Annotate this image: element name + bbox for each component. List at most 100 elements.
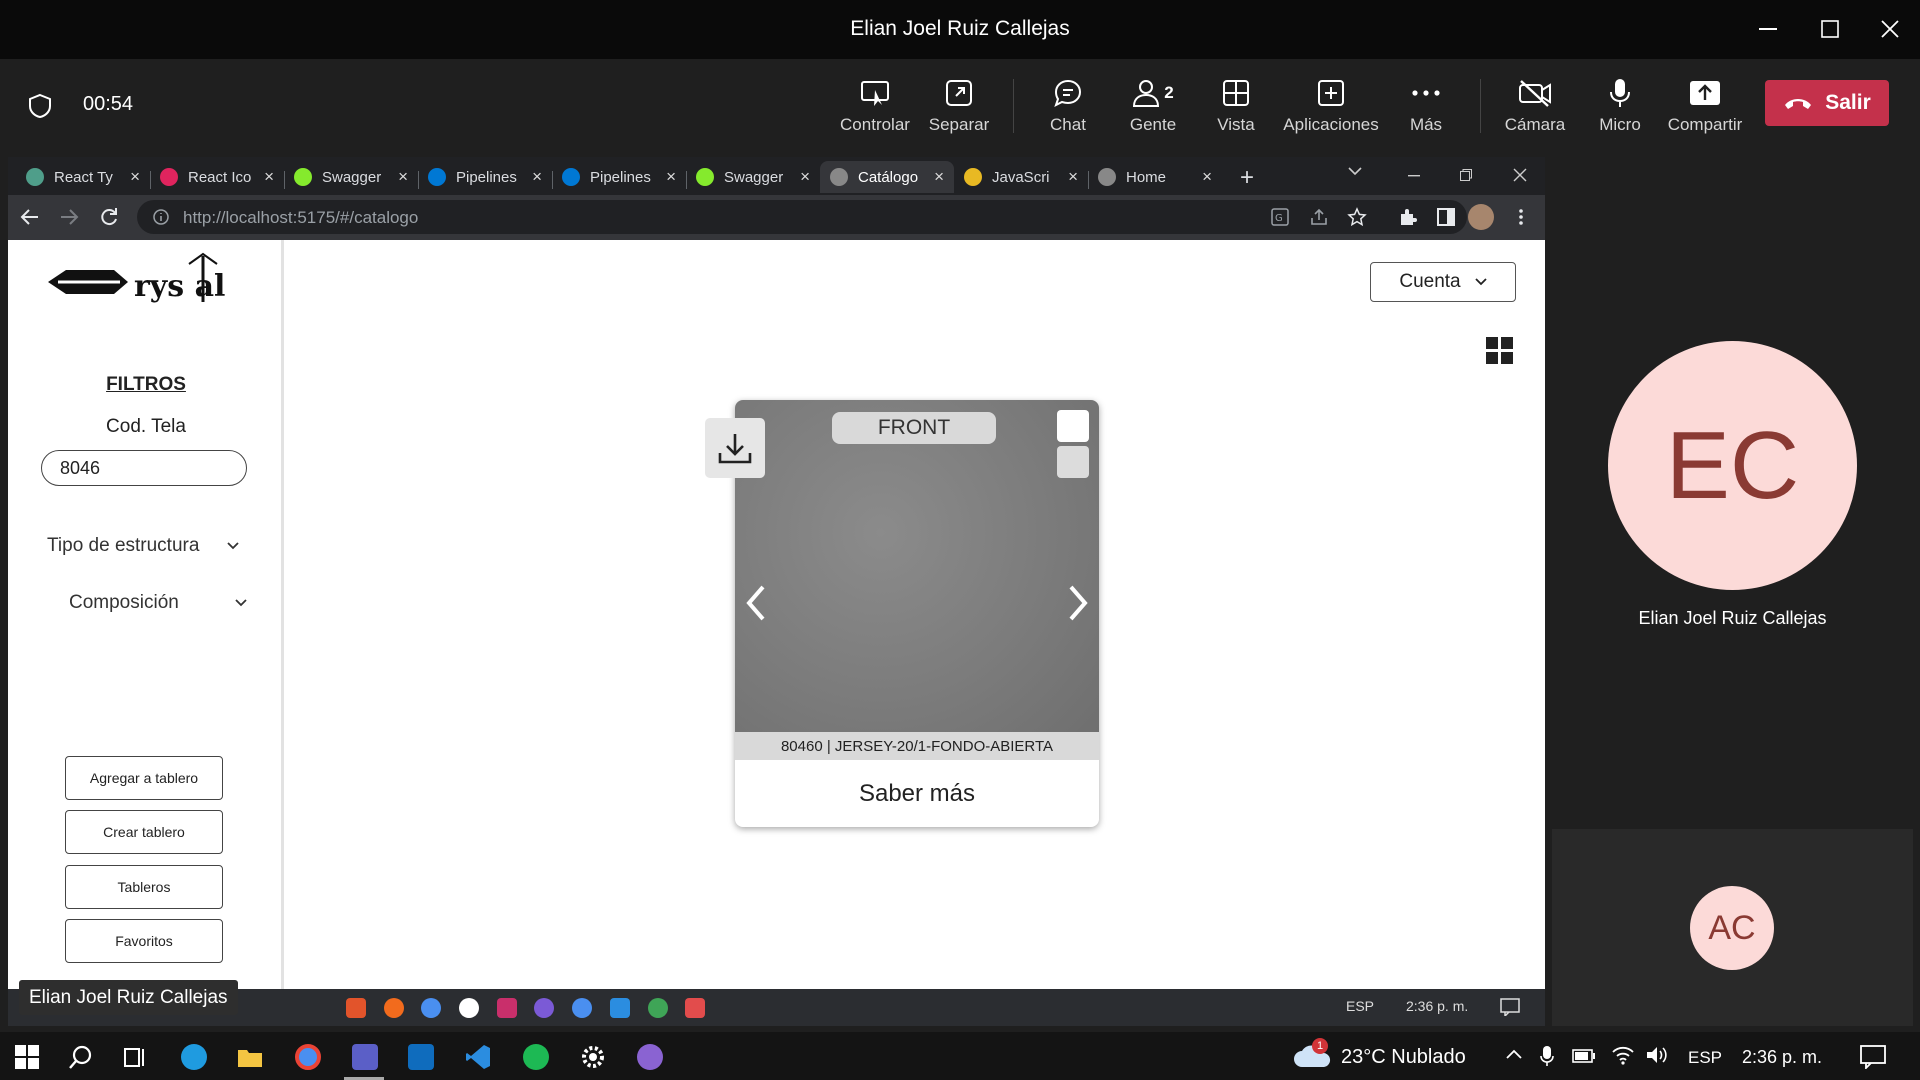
tab-search-icon[interactable]: [1348, 166, 1362, 176]
teams-icon[interactable]: [352, 1044, 378, 1070]
browser-tab[interactable]: Swagger ×: [686, 161, 820, 193]
tab-close-icon[interactable]: ×: [934, 167, 944, 187]
forward-icon[interactable]: [59, 208, 79, 226]
tab-close-icon[interactable]: ×: [800, 167, 810, 187]
mic-button[interactable]: Micro: [1575, 73, 1665, 143]
notification-icon: [1500, 998, 1520, 1016]
task-view-icon[interactable]: [122, 1044, 148, 1070]
share-page-icon[interactable]: [1310, 208, 1328, 226]
language-indicator[interactable]: ESP: [1688, 1048, 1722, 1068]
profile-avatar[interactable]: [1468, 204, 1494, 230]
next-arrow-icon[interactable]: [1063, 583, 1093, 623]
tab-close-icon[interactable]: ×: [666, 167, 676, 187]
side-panel-icon[interactable]: [1437, 208, 1455, 226]
extensions-icon[interactable]: [1398, 207, 1418, 227]
add-to-board-button[interactable]: Agregar a tablero: [65, 756, 223, 800]
create-board-button[interactable]: Crear tablero: [65, 810, 223, 854]
view-button[interactable]: Vista: [1191, 73, 1281, 143]
structure-type-dropdown[interactable]: Tipo de estructura: [47, 532, 240, 560]
browser-tab[interactable]: React Ty ×: [16, 161, 150, 193]
tab-label: React Ico: [188, 168, 252, 186]
tab-close-icon[interactable]: ×: [1202, 167, 1212, 187]
tab-label: Swagger: [724, 168, 784, 186]
account-dropdown[interactable]: Cuenta: [1370, 262, 1516, 302]
postman-icon: [384, 998, 404, 1018]
outlook-icon[interactable]: [408, 1044, 434, 1070]
windows-start-icon[interactable]: [14, 1044, 40, 1070]
learn-more-button[interactable]: Saber más: [735, 760, 1099, 827]
people-button[interactable]: 2 Gente: [1108, 73, 1198, 143]
vscode-icon[interactable]: [465, 1044, 491, 1070]
reload-icon[interactable]: [99, 207, 119, 227]
cod-tela-label: Cod. Tela: [106, 416, 186, 437]
close-icon[interactable]: [1872, 12, 1908, 46]
shared-browser-window: React Ty × React Ico × Swagger × Pipelines × Pip…: [8, 157, 1545, 989]
tab-close-icon[interactable]: ×: [532, 167, 542, 187]
url-text: http://localhost:5175/#/catalogo: [183, 208, 419, 227]
presenter-name-tag: Elian Joel Ruiz Callejas: [19, 980, 238, 1015]
apps-button[interactable]: Aplicaciones: [1283, 73, 1379, 143]
chevron-up-icon[interactable]: [1506, 1049, 1522, 1059]
browser-close-icon[interactable]: [1513, 168, 1527, 182]
cod-tela-input[interactable]: [41, 450, 247, 486]
select-checkbox[interactable]: [1057, 410, 1089, 442]
tab-close-icon[interactable]: ×: [264, 167, 274, 187]
browser-minimize-icon[interactable]: [1408, 175, 1420, 177]
github-desktop-icon[interactable]: [637, 1044, 663, 1070]
spotify-icon[interactable]: [523, 1044, 549, 1070]
prev-arrow-icon[interactable]: [741, 583, 771, 623]
more-button[interactable]: Más: [1381, 73, 1471, 143]
teams-title-bar: Elian Joel Ruiz Callejas: [0, 0, 1920, 59]
new-tab-button[interactable]: +: [1240, 164, 1254, 192]
separate-button[interactable]: Separar: [914, 73, 1004, 143]
grid-view-icon[interactable]: [1485, 336, 1515, 366]
search-icon[interactable]: [68, 1044, 94, 1070]
back-icon[interactable]: [20, 208, 40, 226]
browser-tab[interactable]: Catálogo ×: [820, 161, 954, 193]
browser-tab[interactable]: Home ×: [1088, 161, 1222, 193]
url-field[interactable]: http://localhost:5175/#/catalogo G: [137, 200, 1467, 234]
leave-button[interactable]: Salir: [1765, 80, 1889, 126]
system-clock[interactable]: 2:36 p. m.: [1742, 1047, 1822, 1068]
react-icon: [26, 168, 44, 186]
favorite-checkbox[interactable]: [1057, 446, 1089, 478]
tab-label: Swagger: [322, 168, 382, 186]
settings-gear-icon[interactable]: [580, 1044, 606, 1070]
camera-button[interactable]: Cámara: [1490, 73, 1580, 143]
site-info-icon[interactable]: [153, 209, 169, 225]
microphone-icon: [1540, 1045, 1554, 1067]
file-explorer-icon[interactable]: [237, 1044, 263, 1070]
filters-title: FILTROS: [106, 374, 186, 395]
svg-text:G: G: [1275, 213, 1283, 224]
bookmark-star-icon[interactable]: [1347, 207, 1367, 227]
browser-tab[interactable]: Pipelines ×: [418, 161, 552, 193]
weather-text[interactable]: 23°C Nublado: [1341, 1046, 1466, 1069]
tab-label: Pipelines: [456, 168, 517, 186]
fabric-card: FRONT 80460 | JERSEY-20/1-FONDO-ABIERTA …: [735, 400, 1099, 827]
notification-center-icon[interactable]: [1860, 1045, 1886, 1069]
chevron-down-icon: [1475, 278, 1487, 286]
tab-label: React Ty: [54, 168, 113, 186]
browser-tab[interactable]: Pipelines ×: [552, 161, 686, 193]
share-button[interactable]: Compartir: [1660, 73, 1750, 143]
translate-icon[interactable]: G: [1271, 208, 1289, 226]
maximize-icon[interactable]: [1812, 12, 1848, 46]
chrome-icon[interactable]: [295, 1044, 321, 1070]
minimize-icon[interactable]: [1750, 12, 1786, 46]
add-app-icon: [1317, 73, 1345, 113]
browser-tab[interactable]: React Ico ×: [150, 161, 284, 193]
download-button[interactable]: [705, 418, 765, 478]
tab-close-icon[interactable]: ×: [398, 167, 408, 187]
boards-button[interactable]: Tableros: [65, 865, 223, 909]
favorites-button[interactable]: Favoritos: [65, 919, 223, 963]
tab-close-icon[interactable]: ×: [1068, 167, 1078, 187]
control-button[interactable]: Controlar: [830, 73, 920, 143]
browser-restore-icon[interactable]: [1460, 169, 1472, 181]
composition-dropdown[interactable]: Composición: [69, 589, 247, 617]
browser-tab[interactable]: Swagger ×: [284, 161, 418, 193]
edge-icon[interactable]: [181, 1044, 207, 1070]
tab-close-icon[interactable]: ×: [130, 167, 140, 187]
browser-menu-icon[interactable]: [1519, 208, 1523, 226]
chat-button[interactable]: Chat: [1023, 73, 1113, 143]
browser-tab[interactable]: JavaScri ×: [954, 161, 1088, 193]
